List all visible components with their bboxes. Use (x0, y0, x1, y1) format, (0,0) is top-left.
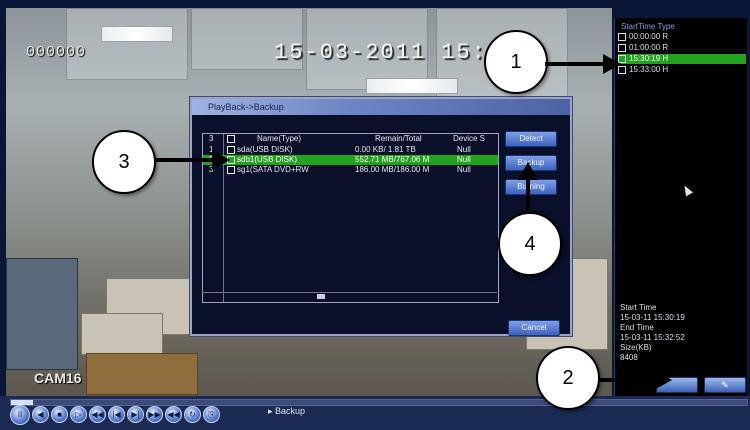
next-file-button[interactable]: ▶| (127, 406, 144, 423)
step-back-button[interactable]: ◀◀ (165, 406, 182, 423)
detect-button[interactable]: Detect (505, 131, 557, 147)
prev-file-button[interactable]: |◀ (108, 406, 125, 423)
burning-button[interactable]: Burning (505, 179, 557, 195)
stop-button[interactable]: ■ (51, 406, 68, 423)
start-time-label: Start Time (620, 303, 657, 312)
file-info: Start Time 15-03-11 15:30:19 End Time 15… (620, 303, 685, 363)
playback-progress-bar[interactable] (10, 399, 748, 406)
horizontal-scrollbar[interactable] (202, 292, 497, 300)
select-all-checkbox[interactable] (227, 134, 235, 143)
next-file-icon: ▶| (131, 410, 140, 419)
fast-forward-button[interactable]: ▶▶ (146, 406, 163, 423)
table-row[interactable]: 3 sg1(SATA DVD+RW 186.00 MB/186.00 M Nul… (203, 165, 498, 175)
scrollbar-thumb[interactable] (317, 294, 325, 299)
annotation-callout-4: 4 (498, 212, 562, 276)
file-list-item[interactable]: 15:33:00 H (618, 65, 746, 75)
fast-backward-button[interactable]: ◀◀ (89, 406, 106, 423)
annotation-callout-3: 3 (92, 130, 156, 194)
osd-counter: 000000 (26, 44, 87, 61)
osd-camera-label: CAM16 (34, 370, 82, 386)
fast-backward-icon: ◀◀ (91, 410, 104, 419)
repeat-button[interactable]: ↻ (184, 406, 201, 423)
stop-icon: ■ (57, 410, 62, 419)
repeat-icon: ↻ (189, 410, 196, 419)
arrow-head-icon (212, 150, 230, 170)
fast-forward-icon: ▶▶ (148, 410, 161, 419)
column-header-name: Name(Type) (257, 134, 302, 143)
slow-backward-icon: ◀ (37, 410, 44, 419)
arrow-head-icon (654, 370, 672, 390)
end-time-label: End Time (620, 323, 654, 332)
column-header-remain: Remain/Total (375, 134, 422, 143)
table-header-row: 3 Name(Type) Remain/Total Device S (203, 134, 498, 144)
device-table: 3 Name(Type) Remain/Total Device S 1 sda… (202, 133, 499, 303)
pause-button[interactable]: II (10, 405, 30, 425)
annotation-arrow-1 (545, 62, 605, 66)
file-list-item[interactable]: 00:00:00 R (618, 32, 746, 42)
start-time-value: 15-03-11 15:30:19 (620, 313, 685, 322)
slow-backward-button[interactable]: ◀ (32, 406, 49, 423)
pause-icon: II (17, 410, 23, 419)
file-list-panel: StartTime Type 00:00:00 R 01:00:00 R 15:… (614, 18, 747, 396)
annotation-arrow-3 (154, 158, 214, 162)
backup-button[interactable]: ⎘ (203, 406, 220, 423)
step-back-icon: ◀◀ (167, 410, 180, 419)
cardboard-box (81, 313, 163, 355)
file-list-item[interactable]: 01:00:00 R (618, 43, 746, 53)
file-list-header: StartTime Type (621, 22, 675, 31)
arrow-head-icon (603, 54, 621, 74)
desk (86, 353, 198, 395)
end-time-value: 15-03-11 15:32:52 (620, 333, 685, 342)
table-row-selected[interactable]: 2 sdb1(USB DISK) 552.71 MB/767.06 M Null (203, 155, 498, 165)
backup-icon: ⎘ (208, 410, 215, 419)
dialog-title-bar[interactable]: PlayBack->Backup (192, 99, 570, 115)
annotation-arrow-2 (598, 378, 656, 382)
table-row[interactable]: 1 sda(USB DISK) 0.00 KB/ 1.81 TB Null (203, 145, 498, 155)
annotation-arrow-4 (526, 178, 530, 214)
dialog-title: PlayBack->Backup (208, 102, 284, 112)
size-label: Size(KB) (620, 343, 652, 352)
annotation-callout-1: 1 (484, 30, 548, 94)
checkbox[interactable] (618, 43, 626, 52)
file-list-item-selected[interactable]: 15:30:19 H (618, 54, 746, 64)
wrench-icon: ✎ (721, 380, 729, 390)
checkbox[interactable] (618, 32, 626, 41)
slow-forward-button[interactable]: ▷ (70, 406, 87, 423)
playback-status: ▸ Backup (268, 406, 306, 416)
cancel-button[interactable]: Cancel (508, 320, 560, 336)
shelf (6, 258, 78, 370)
size-value: 8408 (620, 353, 638, 362)
arrow-head-icon (518, 162, 538, 180)
annotation-callout-2: 2 (536, 346, 600, 410)
column-header-index: 3 (209, 134, 214, 143)
slow-forward-icon: ▷ (75, 410, 82, 419)
osd-datetime: 15-03-2011 15:3 (274, 40, 503, 65)
ceiling-light (101, 26, 173, 42)
ceiling-light (366, 78, 458, 94)
tools-button[interactable]: ✎ (704, 377, 746, 393)
screenshot-stage: 000000 15-03-2011 15:3 CAM16 StartTime T… (0, 0, 750, 430)
prev-file-icon: |◀ (112, 410, 121, 419)
column-header-status: Device S (453, 134, 486, 143)
